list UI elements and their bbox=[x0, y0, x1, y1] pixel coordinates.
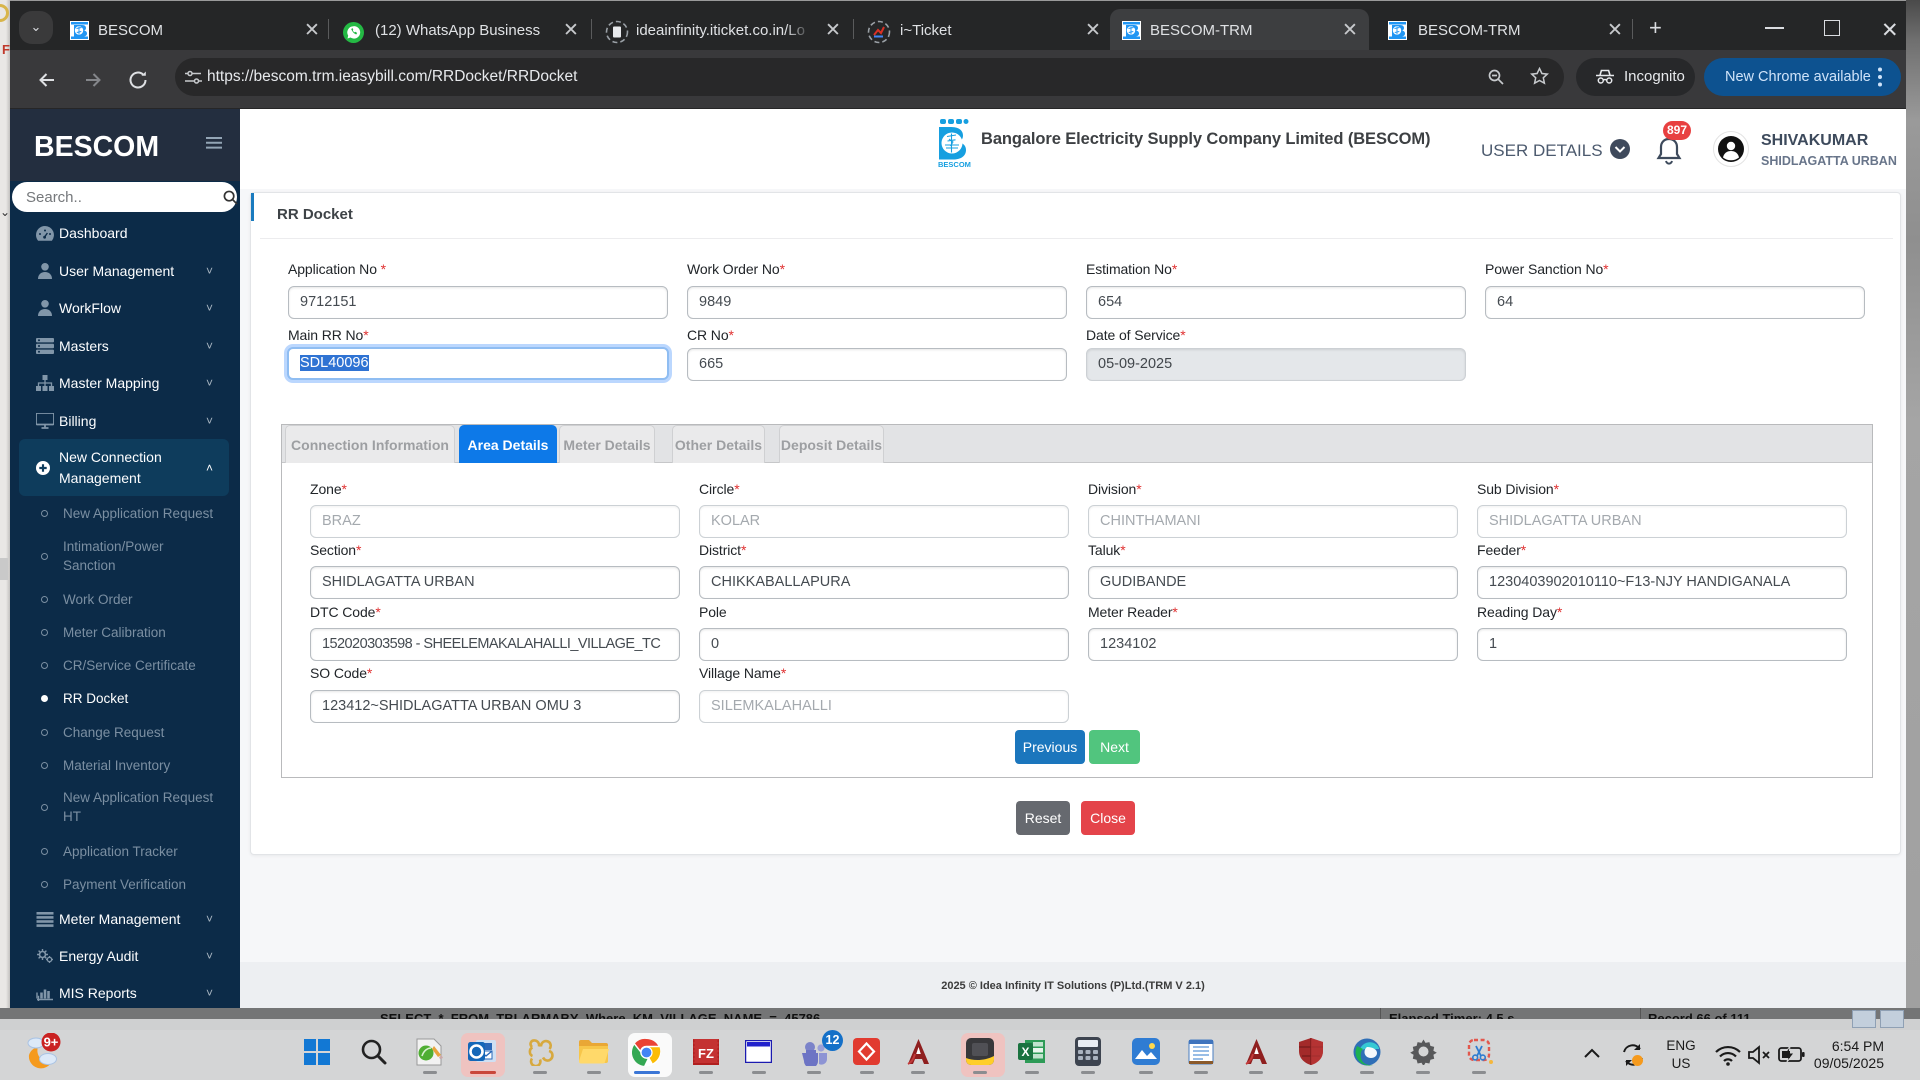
svg-text:9+: 9+ bbox=[44, 1035, 59, 1050]
svg-text:FZ: FZ bbox=[698, 1046, 714, 1061]
svg-text:X: X bbox=[1021, 1045, 1029, 1059]
svg-text:BESCOM: BESCOM bbox=[938, 160, 971, 169]
